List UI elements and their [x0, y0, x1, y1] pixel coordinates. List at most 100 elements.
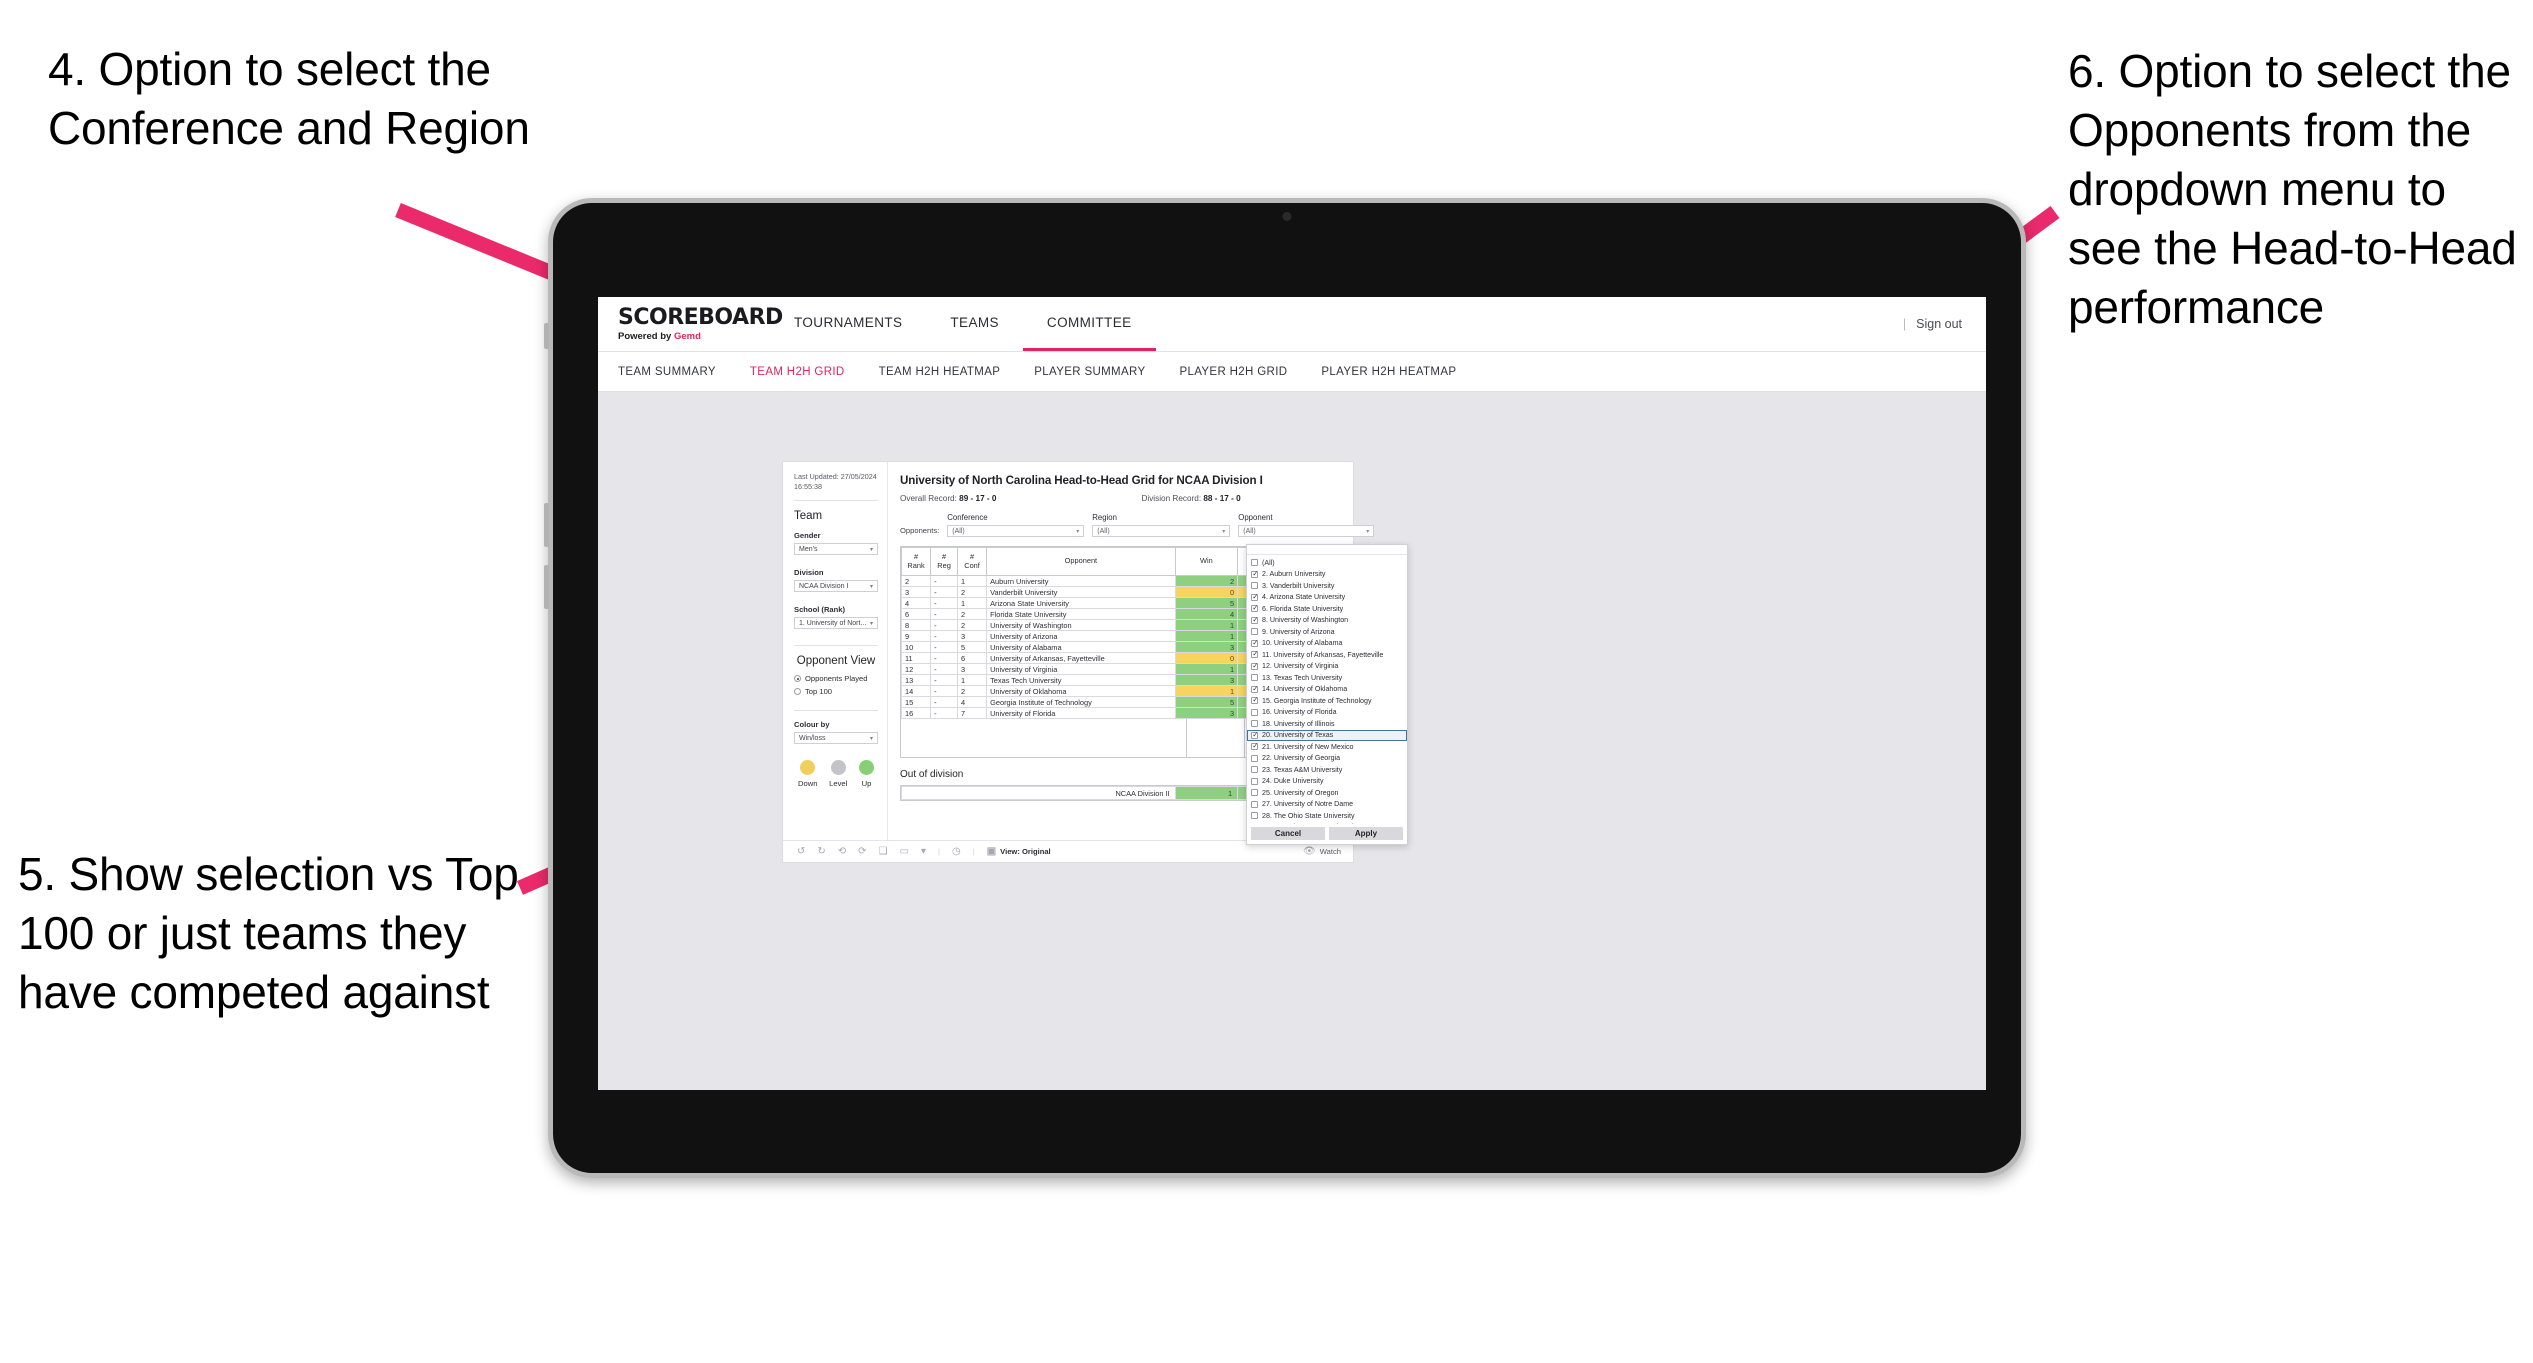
watch-button[interactable]: 👁 Watch	[1303, 845, 1353, 857]
checkbox-unchecked-icon[interactable]	[1251, 674, 1258, 682]
nav-item-committee[interactable]: COMMITTEE	[1022, 297, 1156, 351]
annotation-4-text: 4. Option to select the Conference and R…	[48, 43, 530, 154]
opponent-dropdown-item[interactable]: 25. University of Oregon	[1247, 787, 1407, 799]
checkbox-unchecked-icon[interactable]	[1251, 559, 1258, 567]
rank-cell: 3	[900, 586, 932, 598]
checkbox-checked-icon[interactable]	[1251, 639, 1259, 647]
opponent-dropdown-item[interactable]: 28. The Ohio State University	[1247, 810, 1407, 822]
win-cell: 3	[1174, 641, 1239, 653]
checkbox-unchecked-icon[interactable]	[1251, 720, 1258, 728]
radio-opponents-played[interactable]: Opponents Played	[794, 674, 878, 683]
history-icon[interactable]: ◷	[952, 846, 961, 857]
opponent-dropdown-item-label: 12. University of Virginia	[1262, 662, 1339, 671]
logo[interactable]: SCOREBOARD Powered by Gemd	[598, 306, 783, 342]
device-button-volume-up[interactable]	[544, 503, 549, 547]
revert-icon[interactable]: ⟲	[838, 846, 846, 857]
opponent-dropdown-item[interactable]: 18. University of Illinois	[1247, 718, 1407, 730]
checkbox-checked-icon[interactable]	[1251, 662, 1259, 670]
divider	[794, 500, 878, 502]
refresh-data-icon[interactable]: ⟳	[858, 846, 866, 857]
tab-team-summary[interactable]: TEAM SUMMARY	[618, 366, 716, 378]
opponent-dropdown-item[interactable]: 9. University of Arizona	[1247, 626, 1407, 638]
tab-team-h2h-heatmap[interactable]: TEAM H2H HEATMAP	[879, 366, 1001, 378]
opponent-dropdown-item[interactable]: 10. University of Alabama	[1247, 638, 1407, 650]
opponent-dropdown-item-label: 10. University of Alabama	[1262, 639, 1343, 648]
checkbox-unchecked-icon[interactable]	[1251, 789, 1258, 797]
checkbox-checked-icon[interactable]	[1251, 742, 1259, 751]
opponent-dropdown-item[interactable]: 21. University of New Mexico	[1247, 741, 1407, 753]
checkbox-checked-icon[interactable]	[1251, 604, 1259, 613]
reg-cell: -	[930, 630, 959, 642]
opponent-dropdown-item[interactable]: (All)	[1247, 557, 1407, 569]
checkbox-checked-icon[interactable]	[1251, 570, 1259, 578]
opponent-dropdown-item[interactable]: 16. University of Florida	[1247, 707, 1407, 719]
nav-item-teams[interactable]: TEAMS	[926, 297, 1023, 351]
checkbox-unchecked-icon[interactable]	[1251, 777, 1258, 785]
tab-team-h2h-grid[interactable]: TEAM H2H GRID	[750, 366, 845, 378]
chevron-down-icon[interactable]: ▾	[921, 846, 926, 857]
checkbox-unchecked-icon[interactable]	[1251, 766, 1258, 774]
apply-button[interactable]: Apply	[1329, 827, 1403, 840]
opponent-dropdown-item[interactable]: 6. Florida State University	[1247, 603, 1407, 615]
checkbox-unchecked-icon[interactable]	[1251, 628, 1258, 636]
win-cell: 2	[1174, 575, 1239, 587]
nav-item-tournaments[interactable]: TOURNAMENTS	[770, 297, 926, 351]
opponent-dropdown-item[interactable]: 22. University of Georgia	[1247, 753, 1407, 765]
device-button-power[interactable]	[544, 323, 549, 349]
tab-player-h2h-heatmap[interactable]: PLAYER H2H HEATMAP	[1321, 366, 1456, 378]
opponent-dropdown-item[interactable]: 2. Auburn University	[1247, 569, 1407, 581]
checkbox-unchecked-icon[interactable]	[1251, 812, 1258, 820]
opponent-cell: University of Arkansas, Fayetteville	[986, 652, 1176, 664]
opponent-dropdown-item[interactable]: 4. Arizona State University	[1247, 592, 1407, 604]
view-original-button[interactable]: ▣ View: Original	[987, 846, 1051, 857]
checkbox-checked-icon[interactable]	[1251, 696, 1259, 705]
tab-player-h2h-grid[interactable]: PLAYER H2H GRID	[1179, 366, 1287, 378]
undo-icon[interactable]: ↺	[797, 846, 805, 857]
region-filter-select[interactable]: (All) ▾	[1092, 525, 1231, 537]
opponent-dropdown-item[interactable]: 8. University of Washington	[1247, 615, 1407, 627]
redo-icon[interactable]: ↻	[817, 846, 825, 857]
radio-top-100[interactable]: Top 100	[794, 687, 878, 696]
device-button-volume-down[interactable]	[544, 565, 549, 609]
checkbox-checked-icon[interactable]	[1251, 650, 1259, 659]
opponent-dropdown-item[interactable]: 23. Texas A&M University	[1247, 764, 1407, 776]
opponent-dropdown-list[interactable]: (All) 2. Auburn University 3. Vanderbilt U…	[1247, 555, 1407, 824]
checkbox-checked-icon[interactable]	[1251, 731, 1259, 739]
win-cell: 1	[1174, 619, 1239, 631]
tablet-device: SCOREBOARD Powered by Gemd TOURNAMENTS T…	[544, 198, 2026, 1178]
eye-icon: 👁	[1303, 845, 1316, 857]
checkbox-unchecked-icon[interactable]	[1251, 582, 1258, 590]
opponent-dropdown-item[interactable]: 14. University of Oklahoma	[1247, 684, 1407, 696]
pause-updates-icon[interactable]: ❏	[879, 846, 888, 857]
checkbox-unchecked-icon[interactable]	[1251, 800, 1258, 808]
opponent-dropdown-item[interactable]: 20. University of Texas	[1247, 729, 1407, 741]
opponent-dropdown-item[interactable]: 11. University of Arkansas, Fayetteville	[1247, 649, 1407, 661]
checkbox-unchecked-icon[interactable]	[1251, 708, 1258, 716]
opponent-dropdown-item[interactable]: 3. Vanderbilt University	[1247, 580, 1407, 592]
share-icon[interactable]: ▭	[900, 846, 909, 857]
opponent-dropdown-search-area[interactable]	[1247, 545, 1407, 555]
opponent-dropdown-item[interactable]: 24. Duke University	[1247, 776, 1407, 788]
opponent-dropdown-item[interactable]: 13. Texas Tech University	[1247, 672, 1407, 684]
sign-out-link[interactable]: Sign out	[1916, 317, 1962, 331]
colour-by-select[interactable]: Win/loss ▾	[794, 732, 878, 745]
gender-select[interactable]: Men's ▾	[794, 543, 878, 556]
header-separator: |	[1902, 317, 1907, 331]
opponent-dropdown-item[interactable]: 15. Georgia Institute of Technology	[1247, 695, 1407, 707]
divider	[794, 710, 878, 712]
opponent-dropdown-item[interactable]: 12. University of Virginia	[1247, 661, 1407, 673]
cancel-button[interactable]: Cancel	[1251, 827, 1325, 840]
division-select[interactable]: NCAA Division I ▾	[794, 580, 878, 593]
checkbox-checked-icon[interactable]	[1251, 685, 1259, 693]
opponent-filter-select[interactable]: (All) ▾	[1238, 525, 1375, 537]
checkbox-checked-icon[interactable]	[1251, 593, 1259, 601]
tab-player-summary[interactable]: PLAYER SUMMARY	[1034, 366, 1145, 378]
rank-cell: 2	[900, 575, 932, 587]
conference-filter-select[interactable]: (All) ▾	[947, 525, 1085, 537]
checkbox-unchecked-icon[interactable]	[1251, 754, 1258, 762]
school-select[interactable]: 1. University of Nort... ▾	[794, 617, 878, 630]
viz-sidebar: Last Updated: 27/05/2024 16:55:38 Team G…	[783, 462, 888, 862]
checkbox-checked-icon[interactable]	[1251, 616, 1259, 624]
opponent-dropdown-item[interactable]: 27. University of Notre Dame	[1247, 799, 1407, 811]
colour-by-label: Colour by	[794, 720, 830, 730]
